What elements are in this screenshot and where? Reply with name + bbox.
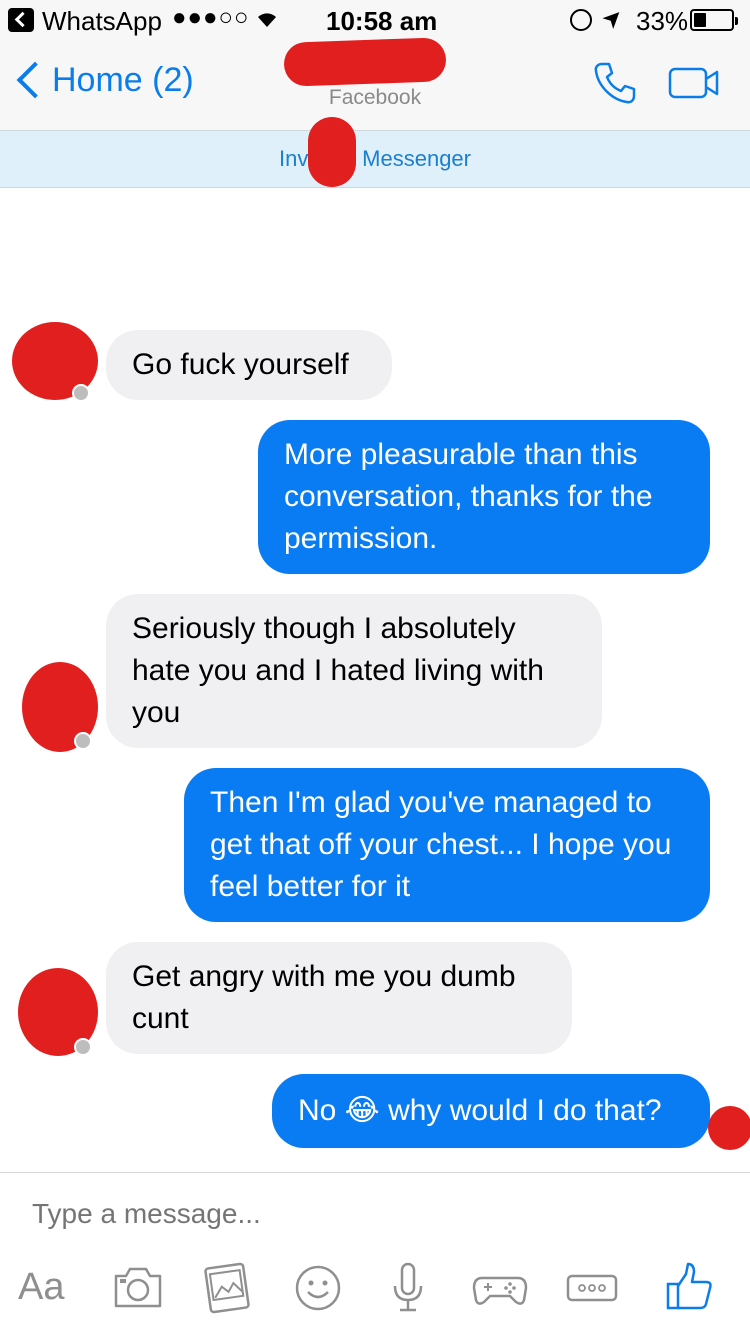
status-bar: WhatsApp ●●●○○ 10:58 am ➤ 33% [0, 0, 750, 40]
read-receipt-avatar [708, 1106, 750, 1150]
thumbs-up-like-icon[interactable] [660, 1258, 720, 1318]
battery-fill [694, 13, 706, 27]
seen-indicator [74, 732, 92, 750]
redaction-mark [308, 117, 356, 187]
location-icon: ➤ [596, 1, 630, 36]
camera-icon[interactable] [108, 1258, 168, 1318]
video-call-icon[interactable] [668, 66, 720, 100]
composer-toolbar: Aa [0, 1258, 750, 1328]
seen-indicator [74, 1038, 92, 1056]
phone-call-icon[interactable] [592, 60, 638, 106]
message-bubble-outgoing[interactable]: More pleasurable than this conversation,… [258, 420, 710, 574]
signal-strength: ●●●○○ [172, 4, 250, 31]
back-to-app-icon[interactable] [8, 8, 34, 32]
message-bubble-outgoing[interactable]: No 😂 why would I do that? [272, 1074, 710, 1148]
games-icon[interactable] [470, 1258, 530, 1318]
photo-gallery-icon[interactable] [198, 1258, 258, 1318]
invite-banner[interactable]: Invite to Messenger [0, 117, 750, 188]
rotation-lock-icon [570, 9, 592, 31]
status-time: 10:58 am [326, 6, 438, 36]
back-to-app-label[interactable]: WhatsApp [42, 6, 162, 37]
battery-percent: 33% [636, 6, 689, 36]
message-bubble-incoming[interactable]: Go fuck yourself [106, 330, 392, 400]
emoji-icon[interactable] [288, 1258, 348, 1318]
message-bubble-incoming[interactable]: Seriously though I absolutely hate you a… [106, 594, 602, 748]
text-format-button[interactable]: Aa [18, 1266, 78, 1326]
redacted-contact-name [283, 37, 447, 87]
navigation-bar: Home (2) Facebook [0, 37, 750, 130]
battery-icon [690, 9, 738, 31]
composer-divider [0, 1172, 750, 1173]
seen-indicator [72, 384, 90, 402]
message-input[interactable] [32, 1198, 712, 1230]
microphone-icon[interactable] [378, 1258, 438, 1318]
message-bubble-incoming[interactable]: Get angry with me you dumb cunt [106, 942, 572, 1054]
wifi-icon [258, 13, 276, 27]
more-options-icon[interactable] [562, 1258, 622, 1318]
message-bubble-outgoing[interactable]: Then I'm glad you've managed to get that… [184, 768, 710, 922]
